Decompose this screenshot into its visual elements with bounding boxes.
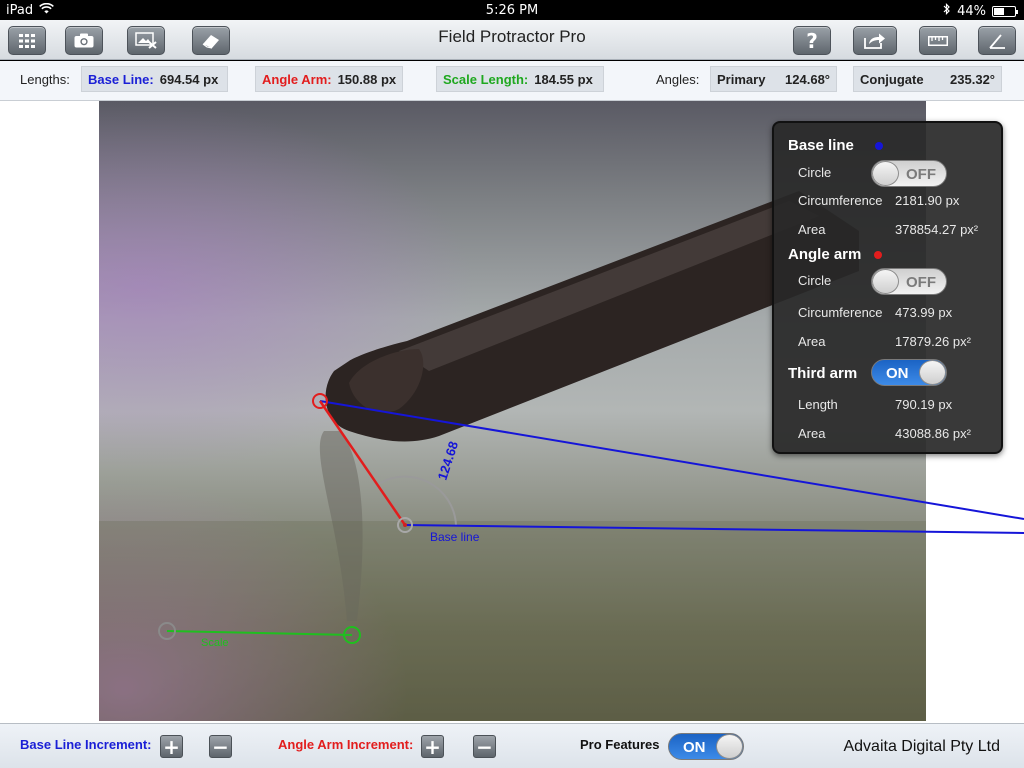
angles-label: Angles: <box>656 72 700 87</box>
pro-features-toggle[interactable]: ON <box>668 733 744 760</box>
toggle-knob <box>716 734 743 759</box>
measurement-info-bar: Lengths: Base Line: 694.54 px Angle Arm:… <box>0 61 1024 101</box>
angle-value-label: 124.68 <box>435 439 462 481</box>
battery-percent: 44% <box>957 3 986 19</box>
scale-length-key: Scale Length: <box>443 71 529 87</box>
toggle-knob <box>919 360 946 385</box>
base-line-circumference-label: Circumference <box>798 193 883 208</box>
toggle-label: OFF <box>906 274 936 291</box>
scale-length: Scale Length: 184.55 px <box>436 66 604 92</box>
bottom-bar: Base Line Increment: + − Angle Arm Incre… <box>0 723 1024 768</box>
bluetooth-icon <box>943 3 951 19</box>
base-line-increment-label: Base Line Increment: <box>20 737 152 752</box>
company-name: Advaita Digital Pty Ltd <box>843 738 1000 755</box>
angle-arm-line[interactable] <box>318 400 407 526</box>
base-line-circle-toggle[interactable]: OFF <box>871 160 947 187</box>
angle-arm-circumference-value: 473.99 px <box>895 305 953 320</box>
toggle-label: ON <box>683 739 706 756</box>
plus-icon: + <box>163 734 180 759</box>
third-arm-area-label: Area <box>798 426 826 441</box>
vertex-marker <box>403 523 407 527</box>
base-line[interactable] <box>404 524 1024 534</box>
angle-arm-circle-toggle[interactable]: OFF <box>871 268 947 295</box>
base-line-increment-minus-button[interactable]: − <box>209 735 232 758</box>
pro-features-label: Pro Features <box>580 737 660 752</box>
base-line-section-title: Base line <box>788 137 854 154</box>
angle-arm-area-value: 17879.26 px² <box>895 334 971 349</box>
app-title: Field Protractor Pro <box>438 27 586 46</box>
base-line-label: Base line <box>430 530 480 544</box>
conjugate-angle-value: 235.32° <box>950 71 995 87</box>
primary-angle: Primary 124.68° <box>710 66 837 92</box>
third-arm-toggle[interactable]: ON <box>871 359 947 386</box>
angle-arm-circumference-label: Circumference <box>798 305 883 320</box>
battery-icon <box>992 5 1018 17</box>
third-arm-length-value: 790.19 px <box>895 397 953 412</box>
angle-arm-length-key: Angle Arm: <box>262 71 332 87</box>
minus-icon: − <box>212 734 229 759</box>
base-line-area-label: Area <box>798 222 826 237</box>
angle-arm-length: Angle Arm: 150.88 px <box>255 66 403 92</box>
measurements-panel: Base line Circle OFF Circumference 2181.… <box>772 121 1003 454</box>
plus-icon: + <box>424 734 441 759</box>
base-line-increment-plus-button[interactable]: + <box>160 735 183 758</box>
lengths-label: Lengths: <box>20 72 70 87</box>
status-bar: iPad 5:26 PM 44% <box>0 0 1024 20</box>
angle-arm-increment-minus-button[interactable]: − <box>473 735 496 758</box>
minus-icon: − <box>476 734 493 759</box>
base-line-circle-label: Circle <box>798 165 832 180</box>
conjugate-angle-key: Conjugate <box>860 71 924 87</box>
status-time: 5:26 PM <box>485 3 539 18</box>
battery-fill <box>994 7 1004 15</box>
base-line-color-dot <box>875 142 883 150</box>
toggle-knob <box>872 161 899 186</box>
primary-angle-key: Primary <box>717 71 766 87</box>
third-arm-length-label: Length <box>798 397 838 412</box>
conjugate-angle: Conjugate 235.32° <box>853 66 1002 92</box>
toggle-label: OFF <box>906 166 936 183</box>
base-line-length-key: Base Line: <box>88 71 154 87</box>
toggle-label: ON <box>886 365 909 382</box>
third-arm-area-value: 43088.86 px² <box>895 426 971 441</box>
base-line-circumference-value: 2181.90 px <box>895 193 960 208</box>
angle-arm-increment-plus-button[interactable]: + <box>421 735 444 758</box>
base-line-length: Base Line: 694.54 px <box>81 66 228 92</box>
base-line-length-value: 694.54 px <box>159 71 219 87</box>
angle-arm-section-title: Angle arm <box>788 246 862 263</box>
base-line-area-value: 378854.27 px² <box>895 222 979 237</box>
toggle-knob <box>872 269 899 294</box>
primary-angle-value: 124.68° <box>785 71 830 87</box>
angle-arm-circle-label: Circle <box>798 273 832 288</box>
scale-line[interactable] <box>166 630 353 636</box>
angle-arm-color-dot <box>874 251 882 259</box>
scale-label: Scale <box>201 637 229 649</box>
angle-arm-increment-label: Angle Arm Increment: <box>278 737 414 752</box>
scale-length-value: 184.55 px <box>534 71 593 87</box>
third-arm-section-title: Third arm <box>788 365 858 382</box>
angle-arm-area-label: Area <box>798 334 826 349</box>
angle-arm-length-value: 150.88 px <box>337 71 397 87</box>
